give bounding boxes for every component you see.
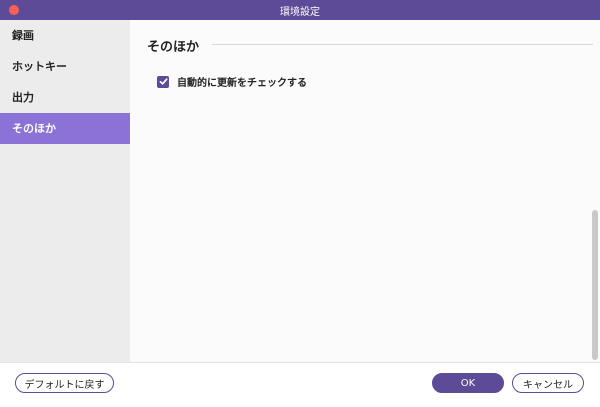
window-title: 環境設定 <box>280 6 320 18</box>
auto-update-setting[interactable]: 自動的に更新をチェックする <box>157 74 307 89</box>
sidebar: 録画 ホットキー 出力 そのほか <box>0 20 130 362</box>
title-bar: 環境設定 <box>0 0 600 20</box>
sidebar-item-hotkeys[interactable]: ホットキー <box>0 51 130 82</box>
checkmark-icon <box>159 78 168 85</box>
auto-update-label: 自動的に更新をチェックする <box>177 78 307 89</box>
scrollbar-thumb[interactable] <box>592 210 598 360</box>
auto-update-checkbox[interactable] <box>157 75 169 88</box>
section-divider <box>212 44 593 45</box>
footer: デフォルトに戻す OK キャンセル <box>0 362 600 407</box>
cancel-button[interactable]: キャンセル <box>512 373 584 393</box>
settings-panel: そのほか 自動的に更新をチェックする <box>130 20 600 362</box>
close-window-button[interactable] <box>9 5 19 15</box>
sidebar-item-output[interactable]: 出力 <box>0 82 130 113</box>
reset-defaults-button[interactable]: デフォルトに戻す <box>15 373 114 393</box>
ok-button[interactable]: OK <box>432 373 504 393</box>
section-header: そのほか <box>147 36 593 55</box>
section-title: そのほか <box>147 40 200 55</box>
sidebar-item-other[interactable]: そのほか <box>0 113 130 144</box>
sidebar-item-recording[interactable]: 録画 <box>0 20 130 51</box>
